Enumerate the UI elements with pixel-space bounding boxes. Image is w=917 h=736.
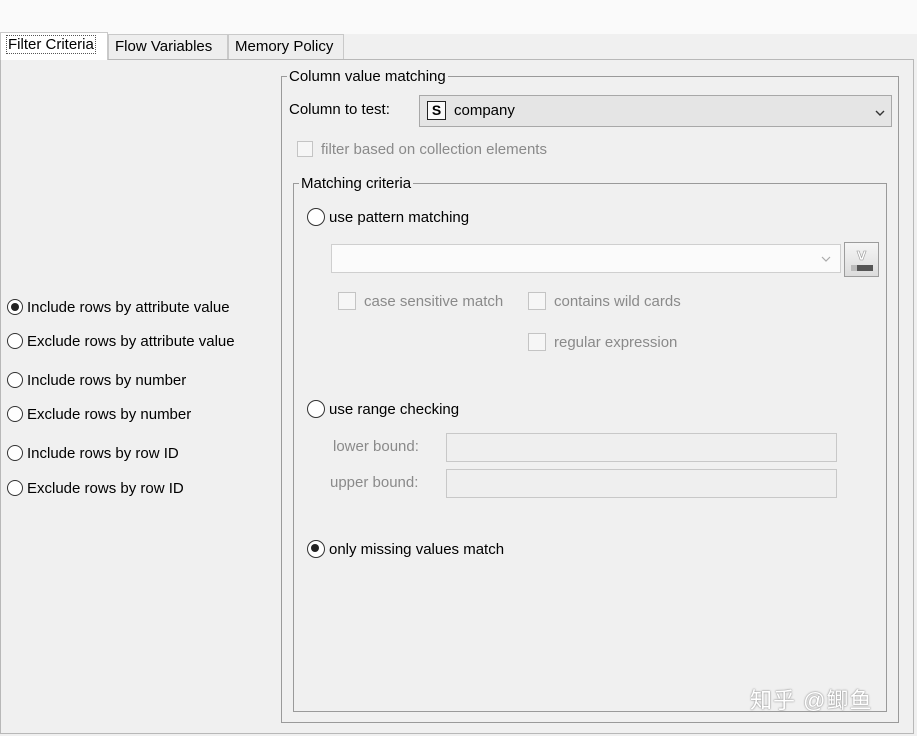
flow-variable-glyph: V xyxy=(857,249,867,263)
string-type-icon: S xyxy=(427,101,446,120)
lower-bound-input[interactable] xyxy=(446,433,837,462)
radio-exclude-row-id[interactable]: Exclude rows by row ID xyxy=(7,477,184,499)
radio-label: Exclude rows by number xyxy=(27,405,192,423)
radio-missing-values[interactable]: only missing values match xyxy=(307,538,504,560)
radio-include-number[interactable]: Include rows by number xyxy=(7,369,186,391)
wild-cards-checkbox-row[interactable]: contains wild cards xyxy=(528,290,681,312)
checkbox-icon[interactable] xyxy=(297,141,313,157)
radio-label: Include rows by number xyxy=(27,371,187,389)
radio-label: use pattern matching xyxy=(329,208,470,226)
case-sensitive-checkbox-row[interactable]: case sensitive match xyxy=(338,290,503,312)
pattern-input[interactable] xyxy=(331,244,841,273)
column-select[interactable]: S company xyxy=(419,95,892,127)
checkbox-icon[interactable] xyxy=(338,292,356,310)
regex-label: regular expression xyxy=(554,333,678,351)
flow-variable-icon: V xyxy=(851,249,873,271)
radio-icon[interactable] xyxy=(7,372,23,388)
radio-range-checking[interactable]: use range checking xyxy=(307,398,459,420)
title-strip xyxy=(0,0,917,34)
tab-filter-criteria[interactable]: Filter Criteria xyxy=(0,32,108,60)
flow-variable-button[interactable]: V xyxy=(844,242,879,277)
radio-exclude-attribute[interactable]: Exclude rows by attribute value xyxy=(7,330,235,352)
column-to-test-label: Column to test: xyxy=(289,101,390,118)
tab-label: Filter Criteria xyxy=(6,35,96,54)
radio-label: only missing values match xyxy=(329,540,505,558)
watermark: 知乎 @鲫鱼 xyxy=(750,688,873,713)
tab-label: Memory Policy xyxy=(235,38,334,55)
column-select-value: company xyxy=(454,102,515,119)
radio-icon[interactable] xyxy=(307,208,325,226)
chevron-down-icon[interactable] xyxy=(875,108,885,118)
tab-memory-policy[interactable]: Memory Policy xyxy=(228,34,344,59)
tab-label: Flow Variables xyxy=(115,38,213,55)
case-sensitive-label: case sensitive match xyxy=(364,292,504,310)
column-value-matching-legend: Column value matching xyxy=(287,68,448,86)
radio-icon[interactable] xyxy=(307,540,325,558)
radio-label: use range checking xyxy=(329,400,460,418)
matching-criteria-legend: Matching criteria xyxy=(299,175,414,193)
chevron-down-icon[interactable] xyxy=(821,254,831,264)
upper-bound-label: upper bound: xyxy=(330,474,419,491)
radio-label: Exclude rows by attribute value xyxy=(27,332,235,350)
collection-elements-label: filter based on collection elements xyxy=(321,140,547,158)
radio-include-row-id[interactable]: Include rows by row ID xyxy=(7,442,179,464)
radio-exclude-number[interactable]: Exclude rows by number xyxy=(7,403,191,425)
lower-bound-label: lower bound: xyxy=(333,438,419,455)
radio-icon[interactable] xyxy=(7,406,23,422)
radio-icon[interactable] xyxy=(307,400,325,418)
radio-include-attribute[interactable]: Include rows by attribute value xyxy=(7,296,230,318)
checkbox-icon[interactable] xyxy=(528,292,546,310)
wild-cards-label: contains wild cards xyxy=(554,292,681,310)
radio-label: Include rows by row ID xyxy=(27,444,179,462)
regex-checkbox-row[interactable]: regular expression xyxy=(528,331,677,353)
upper-bound-input[interactable] xyxy=(446,469,837,498)
tab-flow-variables[interactable]: Flow Variables xyxy=(108,34,228,59)
radio-icon[interactable] xyxy=(7,445,23,461)
checkbox-icon[interactable] xyxy=(528,333,546,351)
collection-elements-checkbox-row[interactable]: filter based on collection elements xyxy=(297,138,547,160)
radio-label: Exclude rows by row ID xyxy=(27,479,184,497)
radio-icon[interactable] xyxy=(7,299,23,315)
radio-icon[interactable] xyxy=(7,480,23,496)
radio-icon[interactable] xyxy=(7,333,23,349)
radio-label: Include rows by attribute value xyxy=(27,298,230,316)
radio-pattern-matching[interactable]: use pattern matching xyxy=(307,206,469,228)
